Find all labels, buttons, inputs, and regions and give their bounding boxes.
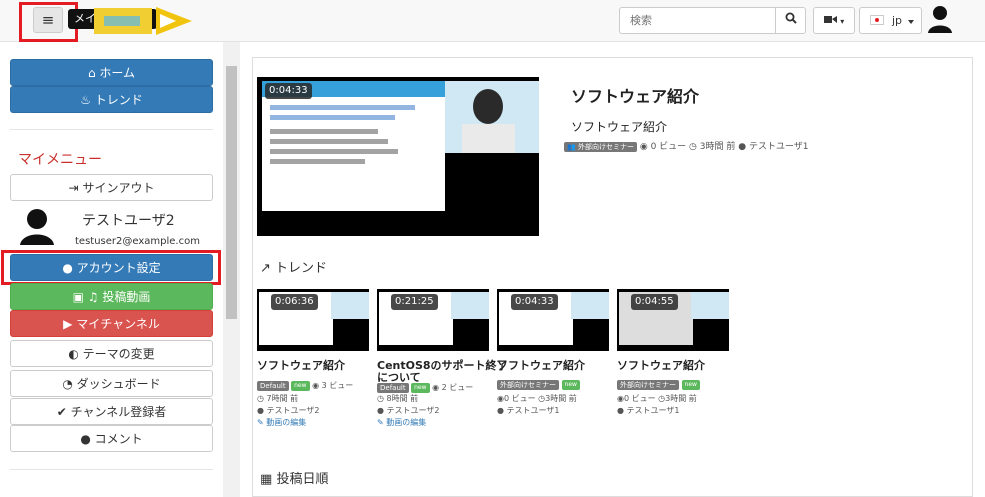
trend-video-4-user: ● テストユーザ1 — [617, 406, 680, 415]
trend-video-4-meta: 外部向けセミナー new — [617, 380, 700, 390]
user-icon: ● — [257, 406, 264, 415]
trend-video-3-title[interactable]: ソフトウェア紹介 — [497, 357, 585, 373]
eye-icon: ◉ — [497, 394, 504, 403]
user-avatar — [20, 209, 54, 245]
dashboard-icon: ◔ — [62, 377, 73, 391]
theme-label: テーマの変更 — [82, 347, 155, 361]
trend-video-4-stats: ◉0 ビュー ◷3時間 前 — [617, 394, 697, 403]
sidebar-divider — [10, 129, 213, 130]
trend-video-2-user: ● テストユーザ2 — [377, 406, 440, 415]
fire-icon: ♨ — [80, 93, 91, 107]
trend-video-2-edit-link[interactable]: ✎ 動画の編集 — [377, 417, 426, 428]
featured-category-tag: 👥 外部向けセミナー — [564, 141, 637, 152]
post-video-button[interactable]: ▣ ♫ 投稿動画 — [10, 283, 213, 310]
trend-video-2-time: ◷ 8時間 前 — [377, 394, 419, 403]
trend-section-heading: ↗ トレンド — [260, 261, 328, 276]
sidebar-divider-bottom — [10, 469, 213, 470]
clock-icon: ◷ — [257, 394, 264, 403]
sign-out-button[interactable]: ⇥ サインアウト — [10, 174, 213, 201]
trend-video-3-speaker — [571, 292, 609, 319]
edit-icon: ✎ — [377, 418, 384, 427]
subscriptions-label: チャンネル登録者 — [70, 405, 167, 419]
upload-video-button[interactable]: ▾ — [813, 7, 855, 34]
subscriptions-button[interactable]: ✔ チャンネル登録者 — [10, 398, 213, 425]
trend-video-3-duration: 0:04:33 — [511, 294, 558, 310]
dashboard-button[interactable]: ◔ ダッシュボード — [10, 370, 213, 397]
trend-video-1-user: ● テストユーザ2 — [257, 406, 320, 415]
my-channel-button[interactable]: ▶ マイチャンネル — [10, 310, 213, 337]
trend-video-2-speaker — [451, 292, 489, 319]
featured-duration: 0:04:33 — [265, 83, 312, 99]
eye-icon: ◉ — [617, 394, 624, 403]
trend-chart-icon: ↗ — [260, 261, 271, 276]
comments-label: コメント — [94, 432, 143, 446]
trend-video-4-duration: 0:04:55 — [631, 294, 678, 310]
video-camera-icon — [823, 16, 837, 23]
trend-video-3-user: ● テストユーザ1 — [497, 406, 560, 415]
trend-video-2-meta: Default new ◉ 2 ビュー — [377, 382, 473, 393]
check-icon: ✔ — [56, 405, 67, 419]
eye-icon: ◉ — [432, 383, 440, 392]
trend-video-3-stats: ◉0 ビュー ◷3時間 前 — [497, 394, 577, 403]
trend-video-4-speaker — [691, 292, 729, 319]
calendar-icon: ▦ — [260, 472, 273, 487]
theme-button[interactable]: ◐ テーマの変更 — [10, 340, 213, 367]
featured-description: ソフトウェア紹介 — [571, 120, 668, 134]
my-channel-label: マイチャンネル — [76, 317, 160, 331]
search-input[interactable] — [620, 8, 776, 33]
japan-flag-icon — [870, 15, 884, 25]
trend-video-1-time: ◷ 7時間 前 — [257, 394, 299, 403]
user-avatar-icon[interactable] — [928, 5, 952, 33]
featured-title[interactable]: ソフトウェア紹介 — [571, 83, 699, 107]
featured-slide-preview — [262, 81, 445, 211]
language-label: jp — [892, 14, 903, 27]
featured-speaker-image — [445, 81, 539, 153]
clock-icon: ◷ — [689, 142, 697, 152]
user-icon: ● — [377, 406, 384, 415]
user-email: testuser2@example.com — [75, 236, 200, 247]
search-icon — [785, 12, 797, 24]
trend-video-2-duration: 0:21:25 — [391, 294, 438, 310]
headphones-icon: ♫ — [87, 290, 99, 304]
eye-icon: ◉ — [312, 381, 320, 390]
user-icon: ● — [738, 142, 747, 152]
trend-video-1-meta: Default new ◉ 3 ビュー — [257, 380, 353, 391]
site-logo[interactable] — [92, 4, 194, 38]
trend-video-3-meta: 外部向けセミナー new — [497, 380, 580, 390]
featured-meta: 👥 外部向けセミナー ◉ 0 ビュー ◷ 3時間 前 ● テストユーザ1 — [564, 139, 809, 152]
trend-video-1-title[interactable]: ソフトウェア紹介 — [257, 357, 345, 373]
home-button[interactable]: ⌂ ホーム — [10, 59, 213, 86]
trend-video-1-edit-link[interactable]: ✎ 動画の編集 — [257, 417, 306, 428]
clock-icon: ◷ — [377, 394, 384, 403]
search-button[interactable] — [775, 8, 805, 33]
my-menu-heading: マイメニュー — [18, 152, 102, 168]
contrast-icon: ◐ — [68, 347, 79, 361]
edit-icon: ✎ — [257, 418, 264, 427]
chevron-down-icon — [908, 20, 914, 24]
home-icon: ⌂ — [87, 66, 96, 80]
trend-button[interactable]: ♨ トレンド — [10, 86, 213, 113]
language-selector[interactable]: jp — [859, 7, 922, 34]
play-circle-icon: ▶ — [63, 317, 73, 331]
sidebar-scrollbar-thumb[interactable] — [226, 66, 237, 319]
trend-video-4-title[interactable]: ソフトウェア紹介 — [617, 357, 705, 373]
film-icon: ▣ — [72, 290, 84, 304]
user-icon: ● — [617, 406, 624, 415]
posted-date-section-heading: ▦ 投稿日順 — [260, 472, 329, 487]
sign-out-icon: ⇥ — [68, 181, 79, 195]
trend-video-1-duration: 0:06:36 — [271, 294, 318, 310]
eye-icon: ◉ — [639, 142, 648, 152]
sign-out-label: サインアウト — [82, 181, 155, 195]
comments-button[interactable]: ● コメント — [10, 425, 213, 452]
user-name: テストユーザ2 — [82, 213, 175, 229]
trend-video-1-speaker — [331, 292, 369, 319]
comment-icon: ● — [80, 432, 91, 446]
post-video-label: 投稿動画 — [102, 290, 151, 304]
home-label: ホーム — [99, 66, 136, 80]
dashboard-label: ダッシュボード — [76, 377, 161, 391]
search-box[interactable] — [619, 7, 806, 34]
highlight-account-settings — [1, 250, 221, 285]
trend-label: トレンド — [94, 93, 143, 107]
user-icon: ● — [497, 406, 504, 415]
